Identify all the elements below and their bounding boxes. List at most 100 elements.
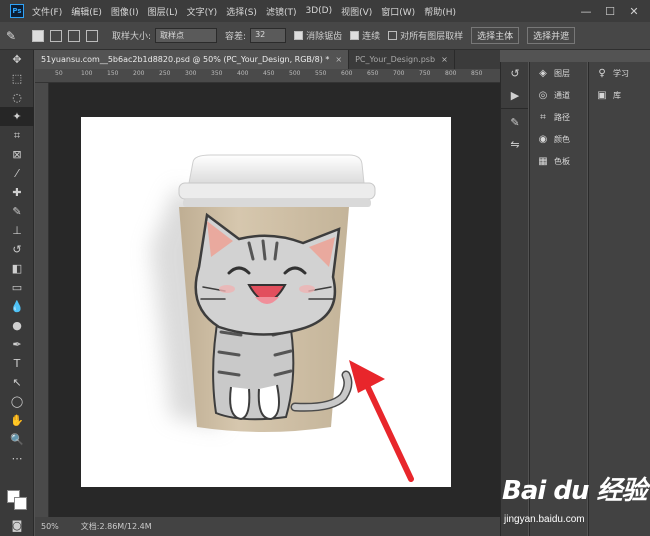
zoom-tool-icon[interactable]: 🔍 [0,430,34,449]
select-and-mask-button[interactable]: 选择并遮 [527,27,576,44]
history-brush-icon[interactable]: ↺ [0,240,34,259]
checkbox-checked-icon [294,31,304,40]
path-selection-icon[interactable]: ↖ [0,373,34,392]
ruler-tick-label: 100 [81,70,93,77]
library-icon: ▣ [597,89,607,101]
close-tab-icon[interactable]: × [335,55,342,64]
ruler-tick-label: 650 [367,70,379,77]
adjustments-icon[interactable]: ⇋ [501,133,529,155]
document-canvas[interactable] [81,117,451,487]
history-icon[interactable]: ↺ [501,62,529,84]
magic-wand-tool-icon[interactable]: ✦ [0,107,34,126]
dodge-tool-icon[interactable]: ● [0,316,34,335]
menu-help[interactable]: 帮助(H) [424,5,456,18]
eyedropper-tool-icon[interactable]: ⁄ [0,164,34,183]
tolerance-input[interactable]: 32 [250,28,287,43]
hand-tool-icon[interactable]: ✋ [0,411,34,430]
collapsed-panels-group2: ♀ 学习 ▣ 库 [588,62,650,536]
eraser-tool-icon[interactable]: ◧ [0,259,34,278]
menu-layer[interactable]: 图层(L) [148,5,178,18]
menu-select[interactable]: 选择(S) [226,5,257,18]
sample-size-select[interactable]: 取样点 [155,28,218,43]
add-selection-icon[interactable] [50,29,62,42]
clone-stamp-icon[interactable]: ⊥ [0,221,34,240]
cup-lid-band [183,199,371,207]
panel-color[interactable]: ◉ 颜色 [530,128,587,150]
more-tools-icon[interactable]: ⋯ [0,449,34,468]
options-bar: ✎ 取样大小: 取样点 容差: 32 消除锯齿 连续 对所有图层取样 选择主体 … [0,22,650,50]
panel-libraries[interactable]: ▣ 库 [589,84,650,106]
red-arrow [361,376,414,482]
ruler-tick-label: 200 [133,70,145,77]
sample-size-label: 取样大小: [112,32,152,42]
zoom-level[interactable]: 50% [41,522,59,531]
frame-tool-icon[interactable]: ⊠ [0,145,34,164]
subtract-selection-icon[interactable] [68,29,80,42]
healing-brush-icon[interactable]: ✚ [0,183,34,202]
play-action-icon[interactable]: ▶ [501,84,529,106]
swatches-icon: ▦ [538,155,548,167]
menu-filter[interactable]: 滤镜(T) [266,5,297,18]
checkbox-unchecked-icon [388,31,398,40]
collapsed-panels-group1: ◈ 图层 ◎ 通道 ⌗ 路径 ◉ 颜色 ▦ 色板 [529,62,587,536]
maximize-icon[interactable]: ☐ [598,5,622,18]
panel-channels[interactable]: ◎ 通道 [530,84,587,106]
magic-wand-preset-icon[interactable]: ✎ [6,29,32,43]
type-tool-icon[interactable]: T [0,354,34,373]
panel-label: 色板 [554,156,570,166]
move-tool-icon[interactable]: ✥ [0,50,34,69]
ruler-tick-label: 250 [159,70,171,77]
lasso-tool-icon[interactable]: ◌ [0,88,34,107]
blur-tool-icon[interactable]: 💧 [0,297,34,316]
quick-mask-icon[interactable]: ◙ [0,516,34,535]
ruler-tick-label: 500 [289,70,301,77]
baidu-watermark: Bai du 经验 jingyan.baidu.com [498,470,648,532]
menu-image[interactable]: 图像(I) [111,5,139,18]
panel-label: 学习 [613,68,629,78]
horizontal-ruler: 50 100 150 200 250 300 350 400 450 500 5… [35,69,500,83]
menu-edit[interactable]: 编辑(E) [71,5,102,18]
ruler-tick-label: 700 [393,70,405,77]
shape-tool-icon[interactable]: ◯ [0,392,34,411]
document-info[interactable]: 文档:2.86M/12.4M [81,521,152,532]
menu-window[interactable]: 窗口(W) [381,5,415,18]
panel-label: 库 [613,90,621,100]
ruler-tick-label: 850 [471,70,483,77]
panel-swatches[interactable]: ▦ 色板 [530,150,587,172]
ruler-tick-label: 300 [185,70,197,77]
ruler-tick-label: 750 [419,70,431,77]
panel-paths[interactable]: ⌗ 路径 [530,106,587,128]
paths-icon: ⌗ [540,111,546,123]
tab-document-psb[interactable]: PC_Your_Design.psb × [349,50,455,69]
new-selection-icon[interactable] [32,29,44,42]
close-icon[interactable]: ✕ [622,5,646,18]
tab-document-active[interactable]: 51yuansu.com__5b6ac2b1d8820.psd @ 50% (P… [35,50,350,69]
panel-label: 通道 [554,90,570,100]
brush-settings-icon[interactable]: ✎ [501,111,529,133]
vertical-ruler [35,83,49,517]
menu-3d[interactable]: 3D(D) [305,6,332,16]
antialias-checkbox[interactable]: 消除锯齿 [294,29,342,42]
menu-view[interactable]: 视图(V) [341,5,372,18]
marquee-tool-icon[interactable]: ⬚ [0,69,34,88]
layers-icon: ◈ [539,67,547,79]
panel-learn[interactable]: ♀ 学习 [589,62,650,84]
minimize-icon[interactable]: — [574,5,598,18]
menu-type[interactable]: 文字(Y) [187,5,218,18]
crop-tool-icon[interactable]: ⌗ [0,126,34,145]
ruler-tick-label: 600 [341,70,353,77]
gradient-tool-icon[interactable]: ▭ [0,278,34,297]
menu-file[interactable]: 文件(F) [32,5,62,18]
cup-lid-rim [178,182,376,200]
contiguous-checkbox[interactable]: 连续 [350,29,380,42]
intersect-selection-icon[interactable] [86,29,98,42]
pen-tool-icon[interactable]: ✒ [0,335,34,354]
close-tab-icon[interactable]: × [441,55,448,64]
panel-layers[interactable]: ◈ 图层 [530,62,587,84]
sample-all-layers-checkbox[interactable]: 对所有图层取样 [388,29,463,42]
ruler-tick-label: 350 [211,70,223,77]
brush-tool-icon[interactable]: ✎ [0,202,34,221]
background-color-swatch[interactable] [14,497,27,510]
select-subject-button[interactable]: 选择主体 [471,27,520,44]
tab-label: PC_Your_Design.psb [355,55,436,64]
